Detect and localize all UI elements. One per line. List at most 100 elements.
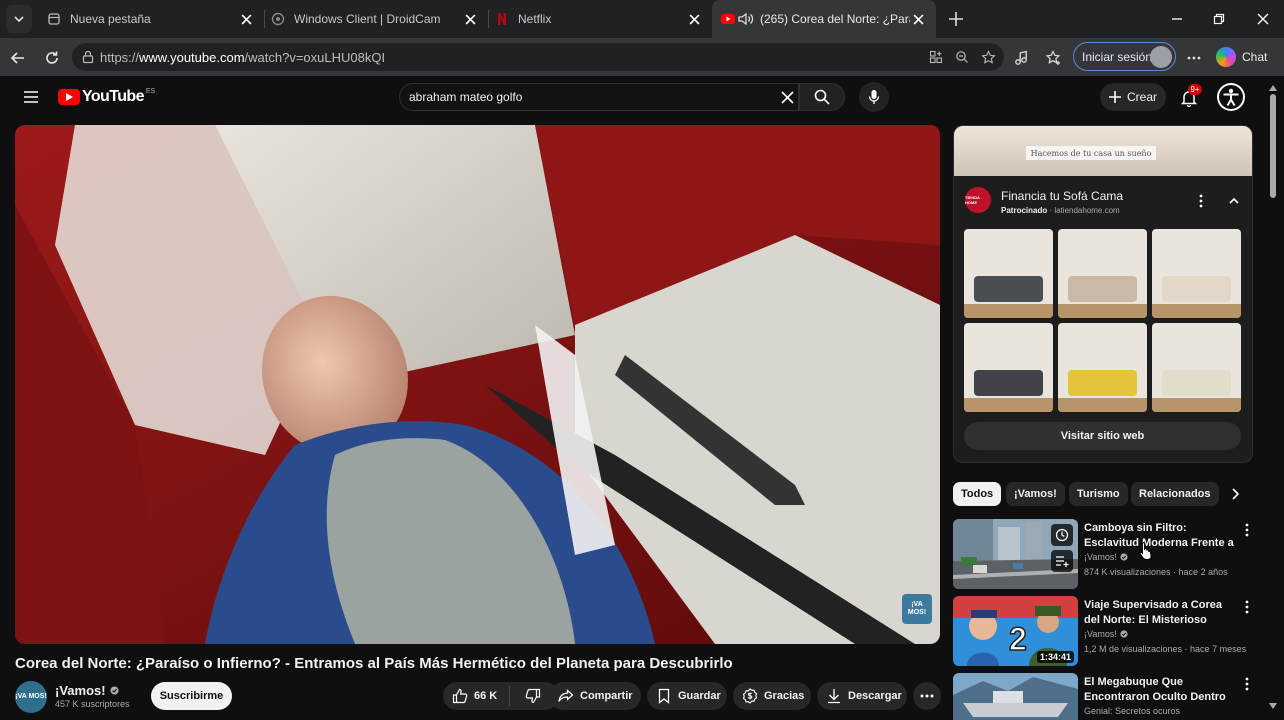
extensions-music-icon[interactable] — [1010, 47, 1032, 69]
download-button[interactable]: Descargar — [817, 682, 907, 710]
subscribe-button[interactable]: Suscribirme — [151, 682, 232, 710]
favorite-star-icon[interactable] — [978, 47, 998, 67]
site-info-icon[interactable] — [81, 50, 95, 64]
tab-youtube-active[interactable]: (265) Corea del Norte: ¿Paraíso — [712, 0, 936, 38]
guide-menu-button[interactable] — [20, 86, 42, 108]
create-button[interactable]: Crear — [1100, 83, 1166, 111]
triangle-down-icon — [1269, 703, 1277, 709]
address-bar[interactable]: https://www.youtube.com/watch?v=oxuLHU08… — [72, 43, 1004, 71]
chip-vamos[interactable]: ¡Vamos! — [1006, 482, 1065, 506]
channel-avatar[interactable]: ¡VA MOS! — [15, 681, 47, 713]
minimize-window-button[interactable] — [1166, 8, 1188, 30]
zoom-icon[interactable] — [952, 47, 972, 67]
close-icon[interactable] — [910, 11, 926, 27]
channel-name-link[interactable]: ¡Vamos! — [55, 683, 119, 698]
ad-product-image[interactable] — [1058, 229, 1147, 318]
app-available-icon[interactable] — [926, 47, 946, 67]
chip-relacionados[interactable]: Relacionados — [1131, 482, 1219, 506]
clear-search-button[interactable] — [776, 86, 798, 108]
recommendation-item[interactable]: Camboya sin Filtro: Esclavitud Moderna F… — [953, 519, 1253, 589]
new-tab-button[interactable] — [944, 8, 968, 30]
close-icon[interactable] — [462, 11, 478, 27]
more-actions-button[interactable] — [913, 682, 941, 710]
recommendation-item[interactable]: 2 1:34:41 Viaje Supervisado a Corea del … — [953, 596, 1253, 666]
tab-title: Netflix — [518, 12, 552, 26]
microphone-icon — [868, 90, 880, 104]
chat-label: Chat — [1242, 50, 1268, 64]
chip-turismo[interactable]: Turismo — [1069, 482, 1128, 506]
youtube-logo[interactable]: YouTube ES — [58, 86, 155, 108]
ad-product-grid — [964, 229, 1243, 412]
video-frame-image — [15, 125, 940, 644]
voice-search-button[interactable] — [859, 82, 889, 112]
mouse-cursor-icon — [1139, 542, 1152, 560]
speaker-icon[interactable] — [738, 11, 754, 27]
url-scheme: https:// — [100, 49, 140, 65]
sign-in-label: Iniciar sesión — [1082, 49, 1153, 64]
recommendation-menu-button[interactable] — [1241, 599, 1253, 615]
scroll-up-arrow[interactable] — [1268, 84, 1278, 92]
video-thumbnail[interactable] — [953, 673, 1078, 720]
favorites-icon[interactable] — [1043, 47, 1065, 69]
floor-image — [964, 304, 1053, 318]
advertiser-logo[interactable]: TIENDA HOME — [965, 187, 991, 213]
save-button[interactable]: Guardar — [647, 682, 727, 710]
tab-droidcam[interactable]: Windows Client | DroidCam — [266, 0, 488, 38]
search-button[interactable] — [799, 83, 845, 111]
tab-netflix[interactable]: Netflix — [490, 0, 712, 38]
recommendation-meta: 1,2 M de visualizaciones · hace 7 meses — [1084, 644, 1247, 654]
video-player[interactable]: ¡VA MOS! — [15, 125, 940, 644]
recommendation-title[interactable]: Camboya sin Filtro: Esclavitud Moderna F… — [1084, 521, 1239, 551]
verified-check-icon — [1120, 630, 1128, 638]
reload-button[interactable] — [40, 46, 64, 70]
video-thumbnail[interactable]: 2 1:34:41 — [953, 596, 1078, 666]
chips-next-button[interactable] — [1226, 484, 1246, 504]
ad-product-image[interactable] — [1152, 323, 1241, 412]
recommendation-title[interactable]: El Megabuque Que Encontraron Oculto Dent… — [1084, 675, 1239, 705]
ad-options-button[interactable] — [1194, 193, 1208, 209]
page-scrollbar-thumb[interactable] — [1270, 94, 1276, 198]
tab-actions-menu-button[interactable] — [6, 5, 32, 33]
floor-image — [1152, 304, 1241, 318]
restore-window-button[interactable] — [1208, 8, 1230, 30]
ad-collapse-button[interactable] — [1226, 193, 1242, 209]
video-thumbnail[interactable] — [953, 519, 1078, 589]
like-button[interactable]: 66 K — [443, 682, 509, 710]
recommendation-title[interactable]: Viaje Supervisado a Corea del Norte: El … — [1084, 598, 1239, 628]
ad-product-image[interactable] — [964, 229, 1053, 318]
back-button[interactable] — [6, 46, 30, 70]
recommendation-menu-button[interactable] — [1241, 522, 1253, 538]
add-to-queue-button[interactable] — [1051, 550, 1073, 572]
queue-icon — [1056, 556, 1069, 567]
share-button[interactable]: Compartir — [549, 682, 641, 710]
more-options-icon[interactable] — [1183, 47, 1205, 69]
ad-product-image[interactable] — [1152, 229, 1241, 318]
recommendation-item[interactable]: El Megabuque Que Encontraron Oculto Dent… — [953, 673, 1253, 720]
recommendation-channel-name: Genial: Secretos ocuros — [1084, 706, 1181, 716]
ad-banner-image[interactable]: Hacemos de tu casa un sueño — [954, 126, 1252, 176]
ad-product-image[interactable] — [964, 323, 1053, 412]
recommendation-meta: 874 K visualizaciones · hace 2 años — [1084, 567, 1228, 577]
visit-website-button[interactable]: Visitar sitio web — [964, 422, 1241, 450]
tab-new-tab[interactable]: Nueva pestaña — [42, 0, 264, 38]
account-avatar-button[interactable] — [1217, 83, 1245, 111]
close-window-button[interactable] — [1252, 8, 1274, 30]
recommendation-menu-button[interactable] — [1241, 676, 1253, 692]
close-icon[interactable] — [238, 11, 254, 27]
region-code: ES — [145, 87, 156, 95]
copilot-chat-button[interactable]: Chat — [1216, 46, 1267, 68]
minimize-icon — [1172, 18, 1182, 20]
chip-todos[interactable]: Todos — [953, 482, 1002, 506]
more-vertical-icon — [1245, 677, 1249, 691]
close-icon[interactable] — [686, 11, 702, 27]
watch-later-button[interactable] — [1051, 524, 1073, 546]
profile-avatar-icon — [1150, 46, 1172, 68]
search-input[interactable]: abraham mateo golfo — [399, 83, 799, 111]
channel-watermark[interactable]: ¡VA MOS! — [902, 594, 932, 624]
youtube-favicon-icon — [720, 11, 736, 27]
ad-title[interactable]: Financia tu Sofá Cama — [1001, 189, 1123, 203]
sign-in-button[interactable]: Iniciar sesión — [1073, 42, 1176, 71]
ad-product-image[interactable] — [1058, 323, 1147, 412]
thanks-button[interactable]: Gracias — [733, 682, 811, 710]
scroll-down-arrow[interactable] — [1268, 702, 1278, 710]
